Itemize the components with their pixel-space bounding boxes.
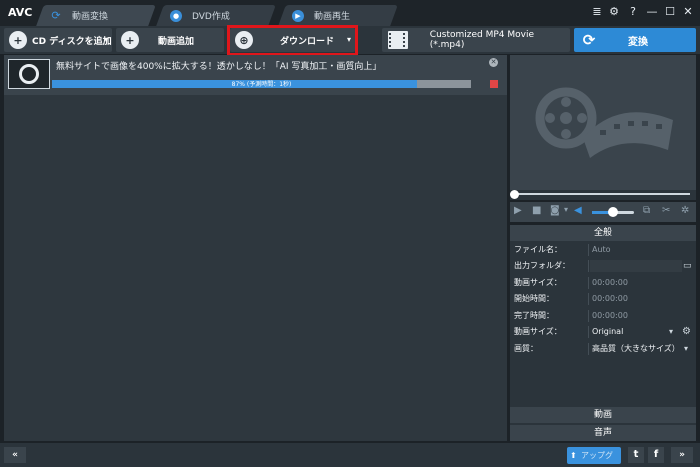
volume-icon[interactable]: ◀ [574,205,582,216]
chevron-down-icon[interactable]: ▾ [684,341,688,357]
refresh-icon: ⟳ [582,31,596,49]
settings-gear-icon[interactable]: ⚙ [682,324,691,340]
tab-video-play[interactable]: ▶ 動画再生 [278,5,398,26]
stop-icon[interactable] [490,80,498,88]
folder-icon[interactable]: ▭ [683,258,692,274]
prop-row-filename[interactable]: ファイル名： Auto [510,242,696,258]
prop-row-quality[interactable]: 画質： 高品質（大きなサイズ） ▾ [510,341,696,357]
highlight-box [227,25,358,56]
twitter-icon[interactable]: t [628,447,644,463]
format-label: Customized MP4 Movie (*.mp4) [429,30,535,50]
collapse-left-button[interactable]: « [4,447,26,463]
settings-gear-icon[interactable]: ⚙ [606,5,622,18]
minimize-icon[interactable]: — [644,5,660,18]
chevron-down-icon[interactable]: ▾ [104,35,108,44]
progress-text: 87% (予測時間：1秒) [231,81,292,88]
tab-label: DVD作成 [192,12,230,22]
progress-bar: 87% (予測時間：1秒) [52,80,471,88]
effects-icon[interactable]: ✲ [681,205,689,216]
seek-track [514,193,690,195]
scissors-icon[interactable]: ✂ [662,205,670,216]
properties-header[interactable]: 全般 [510,225,696,241]
chevron-down-icon[interactable]: ▾ [564,205,568,214]
maximize-icon[interactable]: ☐ [662,5,678,18]
tab-dvd-create[interactable]: ● DVD作成 [156,5,276,26]
refresh-icon: ⟳ [51,9,61,22]
facebook-icon[interactable]: f [648,447,664,463]
film-reel-icon [535,87,673,158]
tab-video-convert[interactable]: ⟳ 動画変換 [36,5,156,26]
video-thumbnail-icon [8,59,50,89]
prop-row-end-time[interactable]: 完了時間： 00:00:00 [510,308,696,324]
expand-right-button[interactable]: » [671,447,693,463]
add-video-button[interactable]: + 動画追加 [116,28,224,52]
film-add-icon: + [121,31,139,49]
film-icon [388,31,408,49]
section-video[interactable]: 動画 [510,407,696,423]
menu-icon[interactable]: ≣ [589,5,605,18]
footer-bar: « ⬆ アップグレ... t f » [0,443,700,467]
upgrade-arrow-icon: ⬆ [570,451,577,460]
volume-handle[interactable] [608,207,618,217]
close-icon[interactable]: ✕ [680,5,696,18]
add-cd-label: CD ディスクを追加 [32,36,112,47]
prop-row-output-folder[interactable]: 出力フォルダ： ▭ [510,258,696,274]
disc-icon: ● [170,9,182,22]
task-title: 無料サイトで画像を400%に拡大する！透かしなし！「AI 写真加工・画質向上」 [56,62,382,72]
camera-icon[interactable]: ◙ [550,205,560,216]
play-icon: ▶ [292,9,304,22]
chevron-down-icon[interactable]: ▾ [669,324,673,340]
help-icon[interactable]: ? [625,5,641,18]
section-audio[interactable]: 音声 [510,425,696,441]
tab-label: 動画変換 [72,12,109,22]
disc-add-icon: + [9,31,27,49]
prop-row-video-dimension[interactable]: 動画サイズ： Original ▾ ⚙ [510,324,696,340]
remove-item-icon[interactable]: ✕ [489,58,498,67]
play-icon[interactable]: ▶ [514,205,522,216]
list-item[interactable]: 無料サイトで画像を400%に拡大する！透かしなし！「AI 写真加工・画質向上」 … [4,55,507,95]
properties-panel: 全般 ファイル名： Auto 出力フォルダ： ▭ 動画サイズ： 00:00:00… [510,225,696,441]
convert-label: 変換 [628,36,648,48]
player-controls: ▶ ■ ◙ ▾ ◀ ⧉ ✂ ✲ [510,202,696,222]
seek-handle[interactable] [510,190,519,199]
file-list[interactable]: 無料サイトで画像を400%に拡大する！透かしなし！「AI 写真加工・画質向上」 … [4,55,507,441]
stop-icon[interactable]: ■ [532,205,541,216]
tab-label: 動画再生 [314,12,351,22]
upgrade-button[interactable]: ⬆ アップグレ... [567,447,621,464]
prop-row-video-size[interactable]: 動画サイズ： 00:00:00 [510,275,696,291]
app-logo: AVC [8,6,33,19]
video-preview [510,55,696,190]
output-format-select[interactable]: Customized MP4 Movie (*.mp4) [382,28,570,52]
add-cd-button[interactable]: + CD ディスクを追加 ▾ [4,28,112,52]
prop-row-start-time[interactable]: 開始時間： 00:00:00 [510,291,696,307]
upgrade-label: アップグレ... [581,451,613,460]
add-video-label: 動画追加 [158,36,195,47]
title-bar: AVC ⟳ 動画変換 ● DVD作成 ▶ 動画再生 ≣ ⚙ ? — ☐ ✕ [0,0,700,26]
seek-bar[interactable] [510,190,696,200]
convert-button[interactable]: ⟳ 変換 [574,28,696,52]
crop-icon[interactable]: ⧉ [643,205,650,216]
